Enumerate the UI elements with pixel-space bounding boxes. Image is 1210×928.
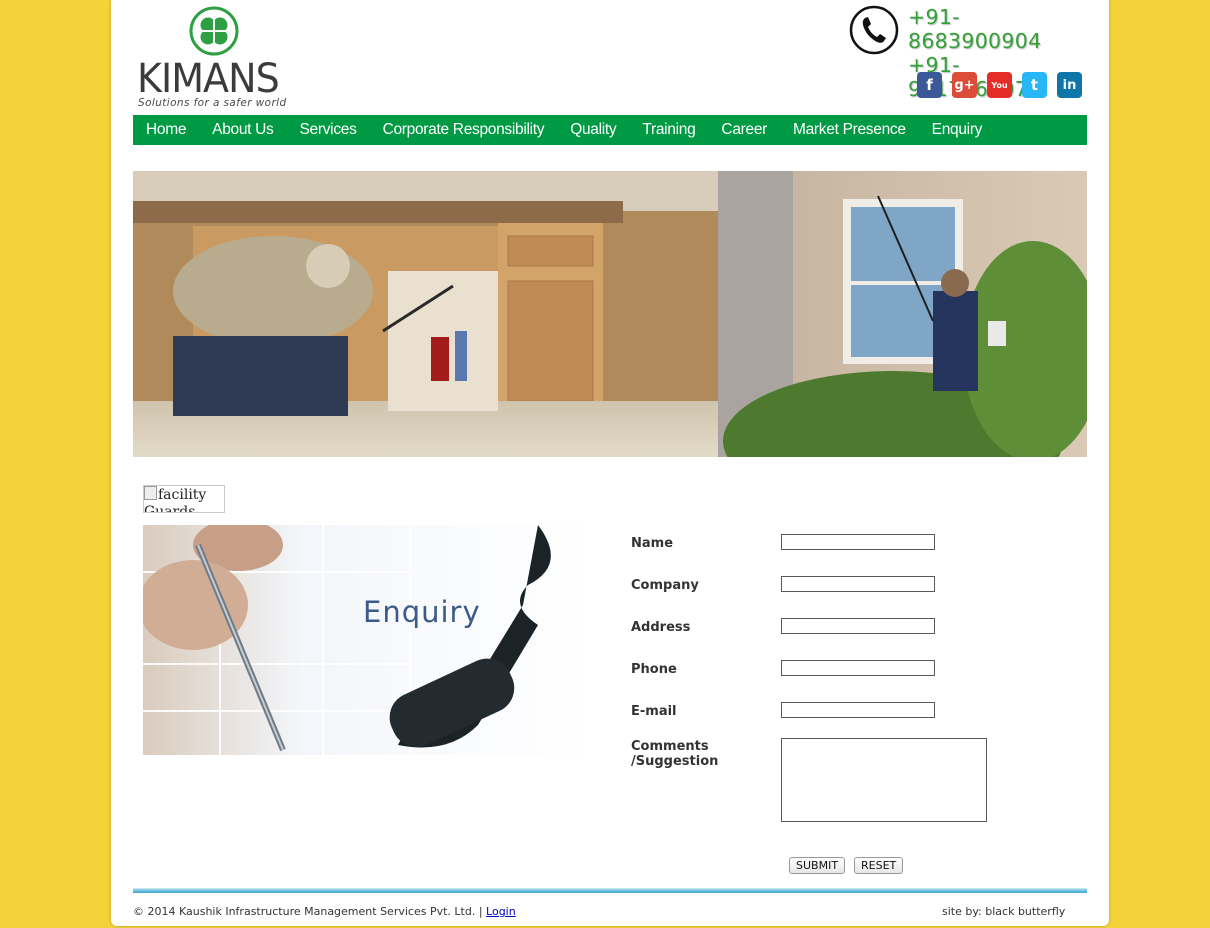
phone-contact: +91-8683900904 +91-9717666077 — [839, 4, 1089, 101]
nav-home[interactable]: Home — [133, 115, 199, 145]
hero-banner — [133, 171, 1087, 457]
logo[interactable]: KIMANS Solutions for a safer world — [136, 5, 296, 110]
brand-name: KIMANS — [137, 56, 280, 102]
main-nav: Home About Us Services Corporate Respons… — [133, 115, 1087, 145]
nav-services[interactable]: Services — [287, 115, 370, 145]
phone-field[interactable] — [781, 660, 935, 676]
facebook-icon[interactable]: f — [917, 72, 942, 98]
broken-image-facility-guards: facility Guards — [143, 485, 225, 513]
footer-divider — [133, 888, 1087, 893]
enquiry-image-text: Enquiry — [363, 595, 481, 629]
phone-number-1[interactable]: +91-8683900904 — [908, 5, 1089, 53]
broken-image-icon — [144, 486, 157, 500]
nav-training[interactable]: Training — [629, 115, 708, 145]
nav-market-presence[interactable]: Market Presence — [780, 115, 919, 145]
email-field[interactable] — [781, 702, 935, 718]
login-link[interactable]: Login — [486, 905, 516, 918]
enquiry-photo — [143, 525, 593, 755]
comments-label: Comments /Suggestion — [631, 739, 719, 769]
brand-tagline: Solutions for a safer world — [138, 97, 287, 109]
linkedin-icon[interactable]: in — [1057, 72, 1082, 98]
youtube-icon[interactable]: You — [987, 72, 1012, 98]
clover-icon — [189, 6, 239, 56]
name-label: Name — [631, 536, 674, 551]
nav-career[interactable]: Career — [708, 115, 780, 145]
reset-button[interactable]: RESET — [854, 857, 904, 874]
name-field[interactable] — [781, 534, 935, 550]
phone-icon — [849, 5, 899, 55]
twitter-icon[interactable]: t — [1022, 72, 1047, 98]
nav-about-us[interactable]: About Us — [199, 115, 286, 145]
footer-copyright: © 2014 Kaushik Infrastructure Management… — [133, 905, 516, 918]
enquiry-image: Enquiry — [143, 525, 593, 755]
phone-label: Phone — [631, 662, 677, 677]
nav-enquiry[interactable]: Enquiry — [919, 115, 995, 145]
social-links: f g+ You t in — [917, 72, 1082, 98]
address-label: Address — [631, 620, 691, 635]
footer-credit: site by: black butterfly — [942, 905, 1066, 918]
comments-field[interactable] — [781, 738, 987, 822]
address-field[interactable] — [781, 618, 935, 634]
submit-button[interactable]: SUBMIT — [789, 857, 846, 874]
nav-corporate-responsibility[interactable]: Corporate Responsibility — [370, 115, 558, 145]
email-label: E-mail — [631, 704, 677, 719]
company-field[interactable] — [781, 576, 935, 592]
nav-quality[interactable]: Quality — [557, 115, 629, 145]
page-container: KIMANS Solutions for a safer world +91-8… — [111, 0, 1109, 926]
company-label: Company — [631, 578, 699, 593]
google-plus-icon[interactable]: g+ — [952, 72, 977, 98]
